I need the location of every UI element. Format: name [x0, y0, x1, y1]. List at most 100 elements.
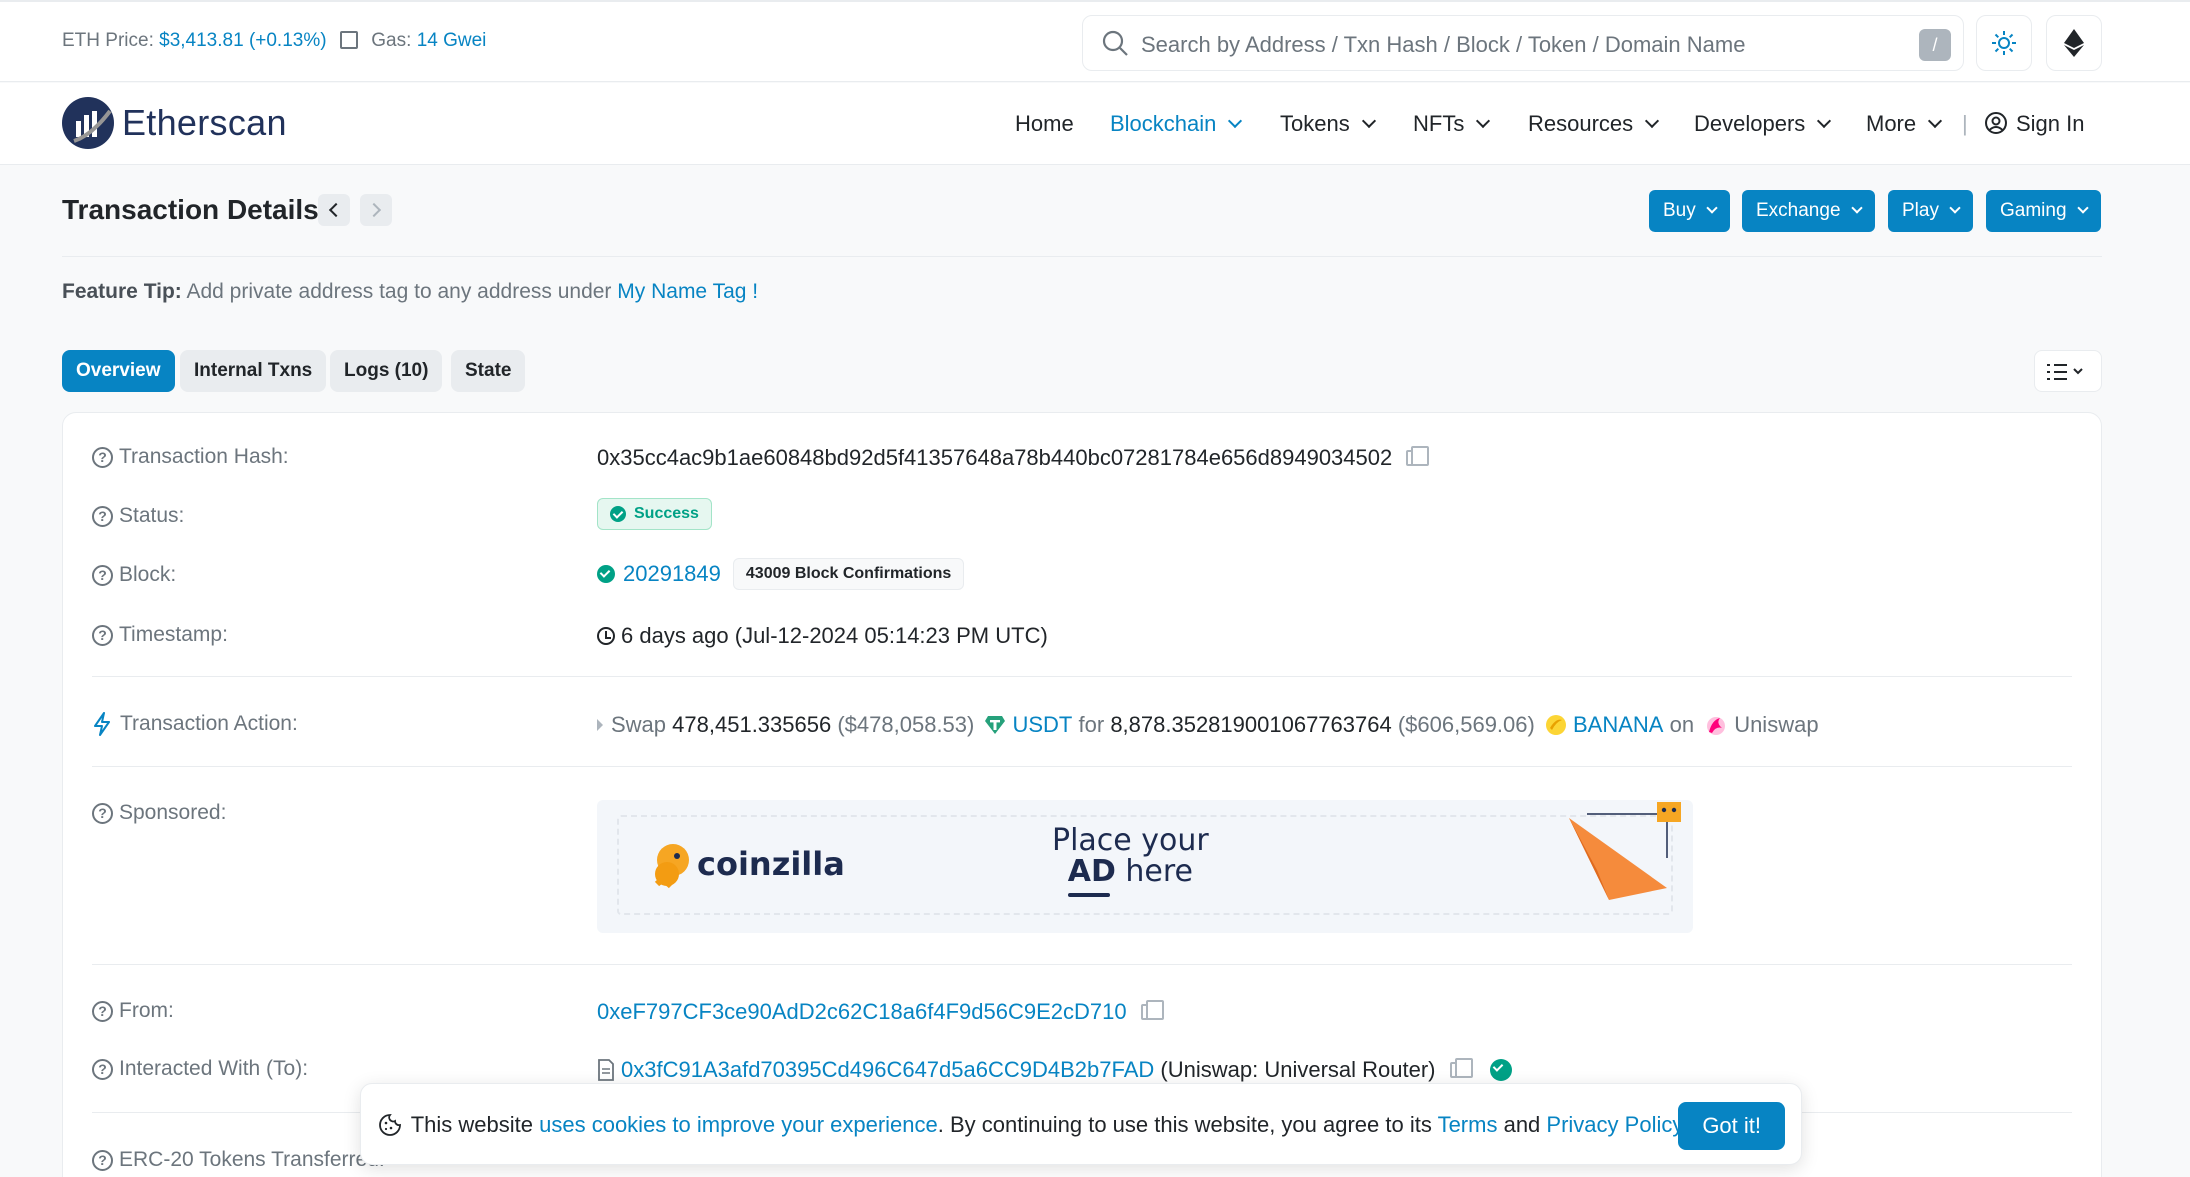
prev-transaction-button[interactable] [318, 194, 350, 226]
top-bar: ETH Price: $3,413.81 (+0.13%) Gas: 14 Gw… [0, 0, 2190, 82]
sponsored-ad-banner[interactable]: coinzilla Place your AD here [597, 800, 1693, 933]
feature-tip-label: Feature Tip: [62, 280, 182, 303]
block-value: 20291849 43009 Block Confirmations [597, 558, 965, 590]
to-contract-name: (Uniswap: Universal Router) [1160, 1057, 1436, 1082]
clock-icon [597, 627, 615, 645]
gas-label: Gas: [371, 30, 412, 51]
usdt-token-link[interactable]: USDT [1012, 712, 1072, 738]
chevron-down-icon [1361, 113, 1376, 129]
coinzilla-mascot-icon [654, 844, 689, 889]
tab-overview[interactable]: Overview [62, 350, 175, 392]
chevron-down-icon [1850, 202, 1863, 214]
exchange-dropdown-button[interactable]: Exchange [1742, 190, 1875, 232]
question-circle-icon: ? [92, 624, 113, 646]
timestamp-label: ? Timestamp: [92, 623, 228, 647]
section-divider [92, 676, 2072, 677]
transaction-action-value: Swap 478,451.335656 ($478,058.53) USDT f… [597, 712, 1819, 738]
transaction-hash-label: ? Transaction Hash: [92, 445, 289, 469]
etherscan-logo[interactable]: Etherscan [62, 97, 287, 149]
check-circle-icon [610, 506, 626, 522]
nav-tokens[interactable]: Tokens [1280, 111, 1376, 137]
nav-resources[interactable]: Resources [1528, 111, 1660, 137]
question-circle-icon: ? [92, 1149, 113, 1171]
view-options-button[interactable] [2034, 350, 2102, 392]
privacy-policy-link[interactable]: Privacy Policy [1546, 1112, 1681, 1137]
chevron-down-icon [1928, 113, 1943, 129]
from-label: ? From: [92, 999, 174, 1023]
eth-price-value[interactable]: $3,413.81 (+0.13%) [159, 30, 326, 51]
banana-token-link[interactable]: BANANA [1573, 712, 1663, 738]
theme-toggle-button[interactable] [1976, 15, 2032, 71]
ad-line-2-rest: here [1115, 854, 1194, 889]
tab-internal-txns[interactable]: Internal Txns [180, 350, 327, 392]
nav-home[interactable]: Home [1015, 111, 1074, 137]
question-circle-icon: ? [92, 446, 113, 468]
section-divider [92, 964, 2072, 965]
caret-right-icon [597, 719, 603, 731]
block-label: ? Block: [92, 563, 176, 587]
next-transaction-button[interactable] [360, 194, 392, 226]
ethereum-icon [2064, 29, 2084, 57]
nav-separator: | [1962, 111, 1968, 136]
action-amount-in: 478,451.335656 [672, 712, 832, 737]
status-label: ? Status: [92, 504, 184, 528]
block-confirmations-badge: 43009 Block Confirmations [732, 558, 965, 590]
my-name-tag-link[interactable]: My Name Tag ! [617, 280, 758, 303]
timestamp-value: 6 days ago (Jul-12-2024 05:14:23 PM UTC) [597, 623, 1048, 649]
copy-icon[interactable] [1406, 446, 1430, 466]
action-verb: Swap [611, 712, 667, 737]
erc20-transfers-label: ? ERC-20 Tokens Transferred: [92, 1148, 385, 1172]
block-number-link[interactable]: 20291849 [623, 561, 721, 587]
check-circle-icon [597, 565, 615, 583]
action-on: on [1669, 712, 1695, 737]
section-divider [92, 766, 2072, 767]
feature-tip-text: Add private address tag to any address u… [186, 280, 612, 303]
search-shortcut-key: / [1919, 29, 1951, 61]
feature-tip: Feature Tip: Add private address tag to … [62, 280, 758, 304]
cookie-text: This website uses cookies to improve you… [379, 1112, 1688, 1138]
gas-price: Gas: 14 Gwei [340, 30, 486, 52]
chevron-down-icon [1476, 113, 1491, 129]
list-view-icon [2047, 364, 2083, 380]
nav-more[interactable]: More [1866, 111, 1943, 137]
nav-nfts[interactable]: NFTs [1413, 111, 1491, 137]
copy-icon[interactable] [1449, 1058, 1473, 1078]
transaction-action-label: Transaction Action: [92, 712, 298, 736]
cookie-accept-button[interactable]: Got it! [1678, 1102, 1785, 1150]
ad-line-2-bold: AD [1067, 854, 1116, 889]
tab-logs[interactable]: Logs (10) [330, 350, 443, 392]
to-address-link[interactable]: 0x3fC91A3afd70395Cd496C647d5a6CC9D4B2b7F… [621, 1057, 1154, 1083]
nav-developers[interactable]: Developers [1694, 111, 1832, 137]
ad-brand-text: coinzilla [697, 845, 845, 883]
chevron-down-icon [1645, 113, 1660, 129]
timestamp-text: 6 days ago (Jul-12-2024 05:14:23 PM UTC) [621, 623, 1048, 648]
transaction-hash-value: 0x35cc4ac9b1ae60848bd92d5f41357648a78b44… [597, 445, 1430, 471]
lightning-icon [94, 712, 110, 736]
sponsored-label: ? Sponsored: [92, 801, 226, 825]
cookie-prefix: This website [410, 1112, 533, 1137]
from-address-link[interactable]: 0xeF797CF3ce90AdD2c62C18a6f4F9d56C9E2cD7… [597, 999, 1127, 1025]
play-dropdown-button[interactable]: Play [1888, 190, 1973, 232]
contract-file-icon [598, 1059, 614, 1081]
cookie-and-text: and [1503, 1112, 1541, 1137]
terms-link[interactable]: Terms [1438, 1112, 1498, 1137]
buy-dropdown-button[interactable]: Buy [1649, 190, 1730, 232]
usdt-token-icon [985, 716, 1006, 734]
sign-in-link[interactable]: Sign In [1984, 111, 2085, 137]
etherscan-logo-icon [62, 97, 114, 149]
tab-state[interactable]: State [451, 350, 526, 392]
nav-blockchain[interactable]: Blockchain [1110, 111, 1243, 137]
network-selector-button[interactable] [2046, 15, 2102, 71]
search-input[interactable]: Search by Address / Txn Hash / Block / T… [1082, 15, 1964, 71]
copy-icon[interactable] [1140, 1000, 1164, 1020]
ad-underline [1068, 893, 1110, 897]
verified-check-icon [1489, 1059, 1512, 1081]
cookie-middle-text: . By continuing to use this website, you… [937, 1112, 1432, 1137]
search-icon [1102, 30, 1128, 56]
interacted-with-label: ? Interacted With (To): [92, 1057, 308, 1081]
cookie-policy-link[interactable]: uses cookies to improve your experience [539, 1112, 938, 1137]
header-divider [62, 256, 2102, 257]
from-value: 0xeF797CF3ce90AdD2c62C18a6f4F9d56C9E2cD7… [597, 999, 1164, 1025]
gas-value[interactable]: 14 Gwei [417, 30, 487, 51]
gaming-dropdown-button[interactable]: Gaming [1986, 190, 2101, 232]
